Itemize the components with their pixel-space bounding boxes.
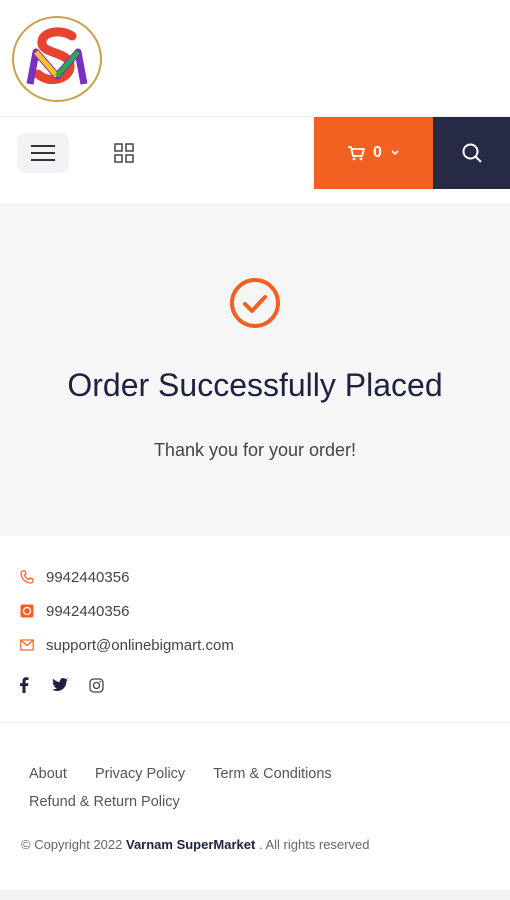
footer-divider <box>0 722 510 723</box>
check-circle-icon <box>230 278 280 328</box>
copyright: © Copyright 2022 Varnam SuperMarket . Al… <box>21 837 370 852</box>
cart-button[interactable]: 0 <box>314 117 433 189</box>
whatsapp-icon <box>20 604 34 618</box>
mail-icon <box>20 639 34 651</box>
facebook-icon[interactable] <box>16 676 32 694</box>
footer-link-refund-policy[interactable]: Refund & Return Policy <box>29 788 180 816</box>
page-subtitle: Thank you for your order! <box>153 440 357 460</box>
contact-phone[interactable]: 9942440356 <box>20 560 234 594</box>
search-button[interactable] <box>433 117 510 189</box>
phone-icon <box>20 570 34 584</box>
bottom-strip <box>0 890 510 900</box>
nav-bar: 0 <box>0 116 510 189</box>
grid-view-button[interactable] <box>108 139 140 167</box>
logo-mark-icon <box>26 27 88 85</box>
logo-bar <box>0 0 510 115</box>
copyright-suffix: . All rights reserved <box>258 837 370 852</box>
brand-name[interactable]: Varnam SuperMarket <box>126 837 255 852</box>
menu-button[interactable] <box>17 133 69 173</box>
cart-count: 0 <box>373 144 382 161</box>
social-links <box>16 676 104 694</box>
grid-icon <box>114 143 134 163</box>
hamburger-icon <box>31 145 55 161</box>
twitter-icon[interactable] <box>52 676 68 694</box>
whatsapp-number: 9942440356 <box>46 602 130 620</box>
copyright-prefix: © Copyright 2022 <box>21 837 123 852</box>
site-logo[interactable] <box>12 16 102 102</box>
contact-email[interactable]: support@onlinebigmart.com <box>20 628 234 662</box>
email-address: support@onlinebigmart.com <box>46 636 234 654</box>
order-success-panel: Order Successfully Placed Thank you for … <box>0 203 510 536</box>
footer-link-privacy-policy[interactable]: Privacy Policy <box>95 760 185 788</box>
cart-icon <box>348 146 365 161</box>
contact-info: 9942440356 9942440356 support@onlinebigm… <box>20 560 234 662</box>
page-title: Order Successfully Placed <box>67 367 443 403</box>
search-icon <box>462 143 482 163</box>
contact-whatsapp[interactable]: 9942440356 <box>20 594 234 628</box>
footer-links: About Privacy Policy Term & Conditions R… <box>29 760 489 816</box>
chevron-down-icon <box>391 150 399 156</box>
phone-number: 9942440356 <box>46 568 130 586</box>
instagram-icon[interactable] <box>88 676 104 694</box>
footer-link-terms[interactable]: Term & Conditions <box>213 760 331 788</box>
footer-link-about[interactable]: About <box>29 760 67 788</box>
